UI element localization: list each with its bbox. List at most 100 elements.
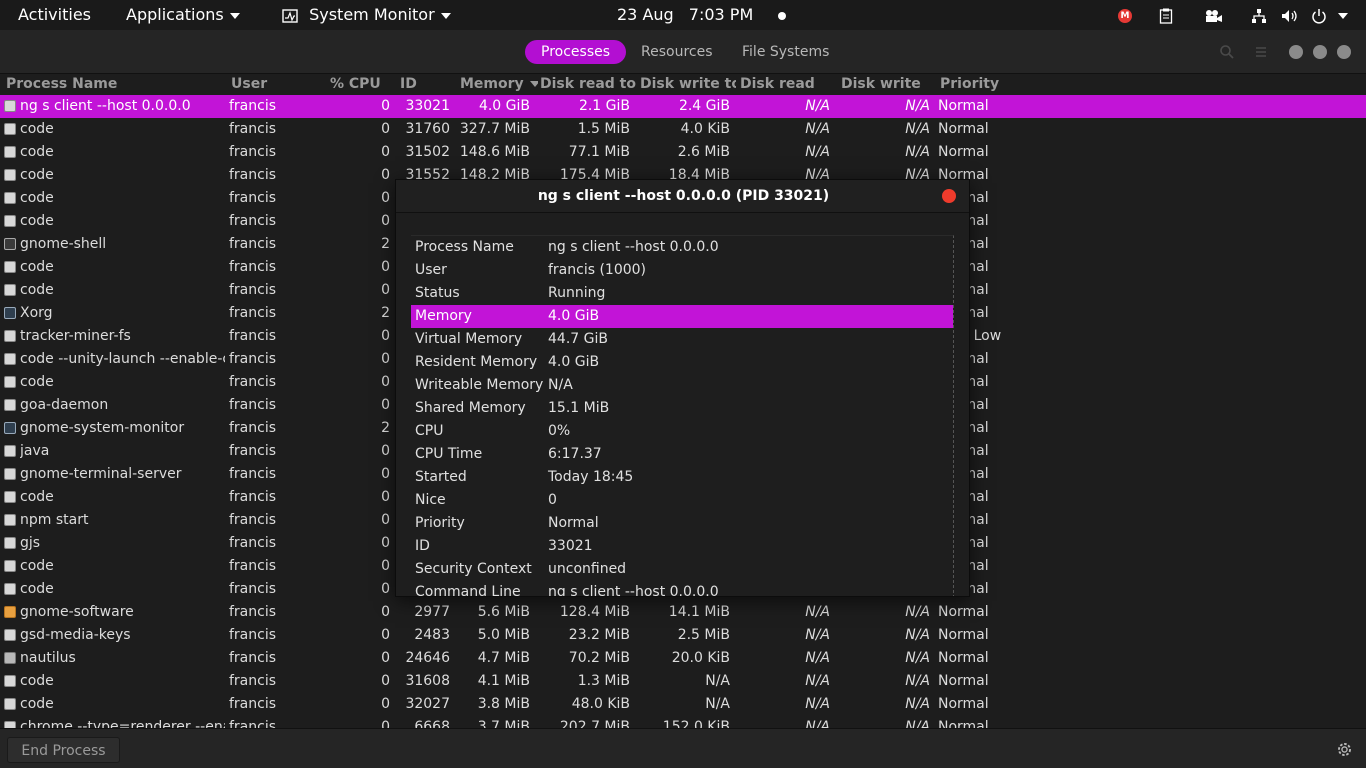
minimize-button[interactable]	[1289, 45, 1303, 59]
property-row[interactable]: CPU 0%	[411, 420, 953, 443]
column-header-id[interactable]: ID	[400, 76, 454, 92]
property-value: Normal	[548, 515, 599, 531]
property-row[interactable]: Virtual Memory 44.7 GiB	[411, 328, 953, 351]
column-header-cpu[interactable]: % CPU	[330, 76, 392, 92]
property-key: ID	[415, 538, 430, 554]
property-row[interactable]: Shared Memory 15.1 MiB	[411, 397, 953, 420]
process-icon	[4, 215, 16, 227]
user-cell: francis	[229, 121, 277, 137]
column-header-disk-read[interactable]: Disk read	[740, 76, 836, 92]
process-icon	[4, 330, 16, 342]
clock[interactable]: 23 Aug 7:03 PM	[617, 0, 787, 30]
table-row[interactable]: code francis 0 31608 4.1 MiB 1.3 MiB N/A N/A N/A…	[0, 670, 1366, 693]
process-name-cell: goa-daemon	[20, 397, 109, 413]
cpu-cell: 0	[381, 466, 390, 482]
property-row[interactable]: Started Today 18:45	[411, 466, 953, 489]
property-key: Nice	[415, 492, 446, 508]
user-cell: francis	[229, 604, 277, 620]
video-tray[interactable]	[1205, 0, 1223, 30]
priority-cell: Normal	[938, 719, 989, 728]
process-name-cell: code	[20, 673, 54, 689]
dialog-close-button[interactable]	[942, 189, 956, 203]
app-menu[interactable]: System Monitor	[282, 0, 451, 30]
system-menu[interactable]	[1311, 0, 1349, 30]
property-row[interactable]: Priority Normal	[411, 512, 953, 535]
pid-cell: 31760	[405, 121, 450, 137]
property-row[interactable]: CPU Time 6:17.37	[411, 443, 953, 466]
property-row[interactable]: Writeable Memory N/A	[411, 374, 953, 397]
search-icon[interactable]	[1219, 44, 1235, 60]
table-row[interactable]: gnome-software francis 0 2977 5.6 MiB 128.4 M…	[0, 601, 1366, 624]
maximize-button[interactable]	[1313, 45, 1327, 59]
table-row[interactable]: code francis 0 31760 327.7 MiB 1.5 MiB 4.0 KiB…	[0, 118, 1366, 141]
property-key: Security Context	[415, 561, 532, 577]
property-row[interactable]: Nice 0	[411, 489, 953, 512]
tab-resources[interactable]: Resources	[625, 40, 729, 64]
cpu-cell: 2	[381, 420, 390, 436]
process-icon	[4, 123, 16, 135]
user-cell: francis	[229, 259, 277, 275]
priority-cell: Normal	[938, 650, 989, 666]
user-cell: francis	[229, 535, 277, 551]
property-row[interactable]: Process Name ng s client --host 0.0.0.0	[411, 236, 953, 259]
end-process-button[interactable]: End Process	[7, 737, 120, 763]
table-row[interactable]: gsd-media-keys francis 0 2483 5.0 MiB 23.2 Mi…	[0, 624, 1366, 647]
memory-cell: 5.0 MiB	[477, 627, 530, 643]
column-header-memory[interactable]: Memory	[460, 76, 538, 92]
table-row[interactable]: nautilus francis 0 24646 4.7 MiB 70.2 MiB 20.0…	[0, 647, 1366, 670]
applications-label: Applications	[126, 5, 224, 24]
properties-list: Process Name ng s client --host 0.0.0.0 Us…	[411, 235, 954, 596]
user-cell: francis	[229, 190, 277, 206]
table-row[interactable]: code francis 0 31502 148.6 MiB 77.1 MiB 2.6 Mi…	[0, 141, 1366, 164]
property-key: Shared Memory	[415, 400, 526, 416]
property-value: 15.1 MiB	[548, 400, 610, 416]
column-header-disk-write-total[interactable]: Disk write tot	[640, 76, 736, 92]
column-header-user[interactable]: User	[231, 76, 321, 92]
property-value: unconfined	[548, 561, 627, 577]
mega-tray[interactable]: M	[1118, 0, 1132, 30]
pid-cell: 32027	[405, 696, 450, 712]
property-key: Resident Memory	[415, 354, 538, 370]
process-icon	[4, 560, 16, 572]
property-row[interactable]: Resident Memory 4.0 GiB	[411, 351, 953, 374]
tab-file-systems[interactable]: File Systems	[726, 40, 845, 64]
close-button[interactable]	[1337, 45, 1351, 59]
column-header-disk-write[interactable]: Disk write	[841, 76, 937, 92]
disk-read-total-cell: 48.0 KiB	[571, 696, 630, 712]
table-row[interactable]: chrome --type=renderer --enab francis 0 666…	[0, 716, 1366, 728]
applications-menu[interactable]: Applications	[126, 0, 240, 30]
property-row[interactable]: ID 33021	[411, 535, 953, 558]
network-tray[interactable]	[1251, 0, 1267, 30]
property-row[interactable]: Memory 4.0 GiB	[411, 305, 953, 328]
memory-cell: 4.0 GiB	[478, 98, 530, 114]
table-row[interactable]: ng s client --host 0.0.0.0 francis 0 33021 4…	[0, 95, 1366, 118]
process-icon	[4, 146, 16, 158]
activities-button[interactable]: Activities	[18, 0, 91, 30]
gear-icon[interactable]	[1336, 741, 1353, 758]
disk-read-total-cell: 2.1 GiB	[578, 98, 630, 114]
table-row[interactable]: code francis 0 32027 3.8 MiB 48.0 KiB N/A N/A N/…	[0, 693, 1366, 716]
process-name-cell: npm start	[20, 512, 89, 528]
property-value: 0	[548, 492, 557, 508]
property-row[interactable]: Command Line ng s client --host 0.0.0.0	[411, 581, 953, 596]
column-header-disk-read-total[interactable]: Disk read tota	[540, 76, 636, 92]
volume-tray[interactable]	[1281, 0, 1299, 30]
cpu-cell: 0	[381, 374, 390, 390]
user-cell: francis	[229, 466, 277, 482]
tab-processes[interactable]: Processes	[525, 40, 627, 64]
cpu-cell: 0	[381, 121, 390, 137]
user-cell: francis	[229, 351, 277, 367]
property-row[interactable]: Status Running	[411, 282, 953, 305]
property-row[interactable]: User francis (1000)	[411, 259, 953, 282]
priority-cell: Normal	[938, 627, 989, 643]
column-header-process-name[interactable]: Process Name	[6, 76, 221, 92]
hamburger-menu-icon[interactable]	[1253, 44, 1269, 60]
column-header-priority[interactable]: Priority	[940, 76, 1030, 92]
disk-read-total-cell: 23.2 MiB	[568, 627, 630, 643]
property-row[interactable]: Security Context unconfined	[411, 558, 953, 581]
user-cell: francis	[229, 98, 277, 114]
disk-write-total-cell: N/A	[705, 696, 730, 712]
clipboard-tray[interactable]	[1159, 0, 1173, 30]
process-name-cell: nautilus	[20, 650, 76, 666]
process-icon	[4, 399, 16, 411]
